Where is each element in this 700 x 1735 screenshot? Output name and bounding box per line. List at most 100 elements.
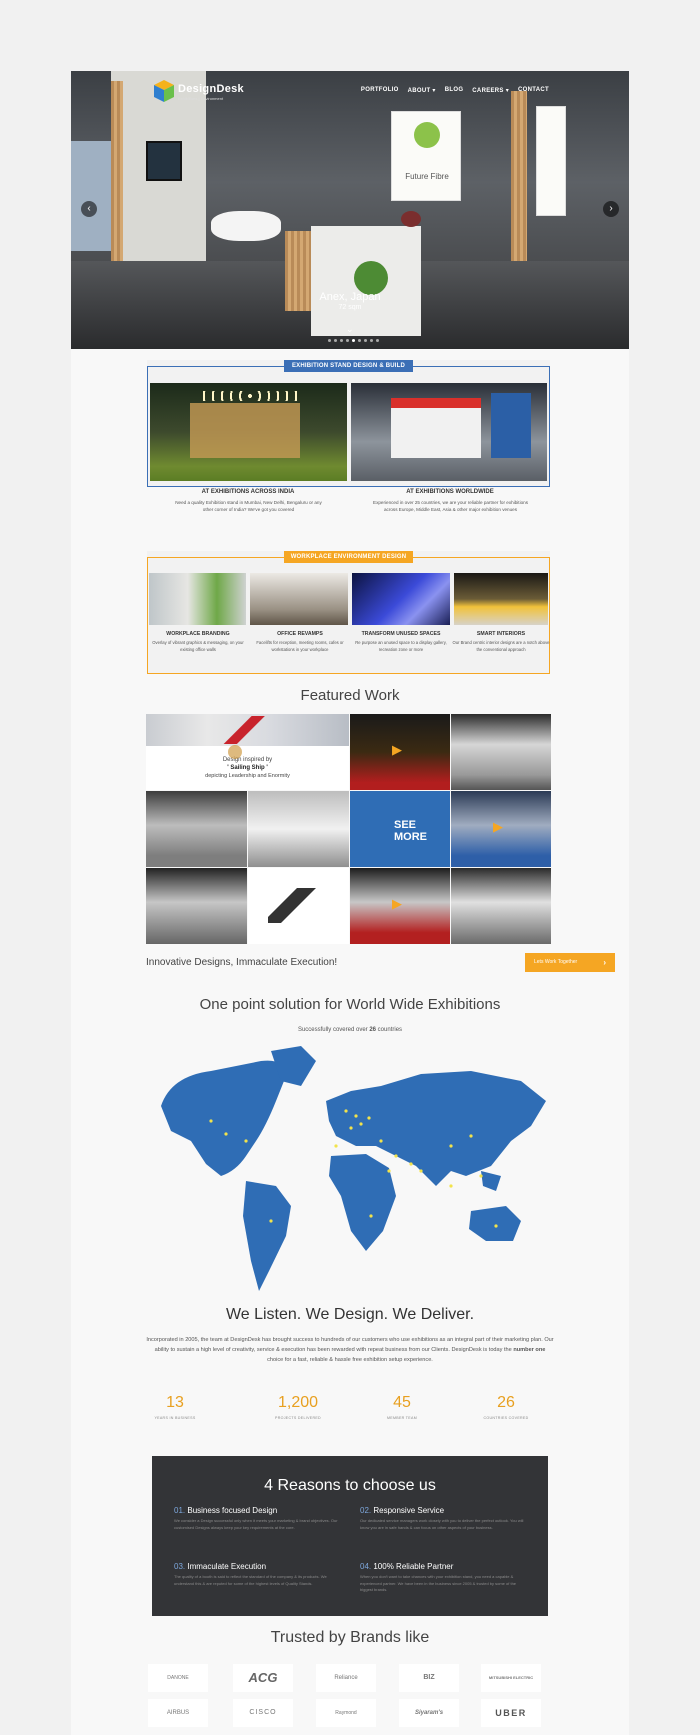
- worldwide-stand-photo[interactable]: [351, 383, 547, 481]
- featured-tile-video-1[interactable]: ▶: [350, 714, 450, 790]
- slider-dot[interactable]: [346, 339, 349, 342]
- workplace-branding-photo[interactable]: [149, 573, 246, 625]
- about-text-bold: number one: [513, 1347, 546, 1353]
- hero-slider[interactable]: Future Fibre DesignDesk Exhibitions | En…: [71, 71, 629, 349]
- play-icon: ▶: [493, 819, 503, 834]
- booth-brand-text: Future Fibre: [405, 172, 449, 181]
- about-title: We Listen. We Design. We Deliver.: [225, 1306, 475, 1323]
- reason-3-text: The quality of a booth is said to reflec…: [174, 1574, 327, 1586]
- slider-dot-active[interactable]: [352, 339, 355, 342]
- brand-logo-reliance: Reliance: [316, 1664, 376, 1692]
- unused-spaces-title: TRANSFORM UNUSED SPACES: [361, 631, 441, 637]
- featured-tile-photo-4[interactable]: [248, 791, 349, 867]
- hero-wood-pillar: [111, 81, 123, 261]
- exhibition-india-text: Need a quality Exhibition stand in Mumba…: [175, 500, 322, 512]
- logo-cube-icon: [154, 80, 174, 102]
- nav-blog[interactable]: BLOG: [445, 87, 464, 94]
- brand-logo-danone: DANONE: [148, 1664, 208, 1692]
- slider-prev-button[interactable]: ‹: [81, 201, 97, 217]
- office-revamps-photo[interactable]: [250, 573, 348, 625]
- featured-tile-video-3[interactable]: ▶: [350, 868, 450, 944]
- unused-spaces-photo[interactable]: [352, 573, 450, 625]
- nav-contact[interactable]: CONTACT: [518, 87, 549, 94]
- featured-tile-photo-3[interactable]: [146, 791, 247, 867]
- slider-dot[interactable]: [364, 339, 367, 342]
- featured-tile-photo-5[interactable]: [146, 868, 247, 944]
- slider-dot[interactable]: [370, 339, 373, 342]
- nav-careers[interactable]: CAREERS ▾: [472, 87, 509, 94]
- slider-dots: [328, 339, 379, 342]
- lets-work-together-button[interactable]: Lets Work Together ›: [525, 953, 615, 972]
- slide-caption-title: Anex, Japan: [319, 291, 381, 303]
- slider-next-button[interactable]: ›: [603, 201, 619, 217]
- stat-projects-value: 1,200: [277, 1394, 319, 1411]
- tree-graphic: [414, 122, 440, 148]
- hero-lounge-seats: [211, 211, 281, 241]
- workplace-section: WORKPLACE ENVIRONMENT DESIGN: [147, 551, 550, 674]
- office-revamps-title: OFFICE REVAMPS: [277, 631, 323, 637]
- sailing-line1: Design inspired by: [222, 757, 273, 763]
- stat-years-label: YEARS IN BUSINESS: [154, 1416, 196, 1420]
- stat-countries: 26 COUNTRIES COVERED: [451, 1394, 561, 1420]
- slider-dot[interactable]: [328, 339, 331, 342]
- see-more-tile[interactable]: SEE MORE: [350, 791, 450, 867]
- workplace-branding-text: Overlay of vibrant graphics & messaging,…: [152, 640, 244, 652]
- stat-projects-label: PROJECTS DELIVERED: [275, 1416, 321, 1420]
- hero-green-logo: [354, 261, 388, 295]
- reason-4: 04. 100% Reliable Partner When you don't…: [360, 1562, 530, 1594]
- reasons-title: 4 Reasons to choose us: [264, 1477, 436, 1494]
- reason-3: 03. Immaculate Execution The quality of …: [174, 1562, 344, 1587]
- reason-1-num: 01.: [174, 1506, 186, 1515]
- logo-tagline: Exhibitions | Environment: [178, 96, 224, 101]
- exhibition-worldwide-text: Experienced in over 25 countries, we are…: [373, 500, 528, 512]
- featured-tile-photo-7[interactable]: [451, 868, 551, 944]
- cta-tagline: Innovative Designs, Immaculate Execution…: [146, 957, 338, 968]
- about-text-a: Incorporated in 2005, the team at Design…: [146, 1337, 554, 1353]
- sailing-line2: ' Sailing Ship ': [227, 765, 268, 771]
- sailing-line3: depicting Leadership and Enormity: [205, 773, 290, 779]
- scroll-down-icon[interactable]: ⌄: [346, 324, 354, 335]
- reasons-box: 4 Reasons to choose us 01. Business focu…: [152, 1456, 548, 1616]
- brand-logo-mitsubishi: MITSUBISHI ELECTRIC: [481, 1664, 541, 1692]
- nav-portfolio[interactable]: PORTFOLIO: [361, 87, 399, 94]
- exhibition-badge: EXHIBITION STAND DESIGN & BUILD: [284, 360, 413, 372]
- logo[interactable]: DesignDesk Exhibitions | Environment: [153, 77, 244, 107]
- hero-wood-pillar: [511, 91, 527, 261]
- slider-dot[interactable]: [340, 339, 343, 342]
- stat-team-value: 45: [393, 1394, 411, 1411]
- countries-sub-suffix: countries: [376, 1027, 403, 1033]
- reason-3-num: 03.: [174, 1562, 186, 1571]
- hero-tv-screen: [146, 141, 182, 181]
- featured-tile-video-2[interactable]: ▶: [451, 791, 551, 867]
- featured-tile-render-6[interactable]: [248, 868, 349, 944]
- hero-plant: [401, 211, 421, 227]
- nav-about[interactable]: ABOUT ▾: [408, 87, 436, 94]
- exhibition-section: EXHIBITION STAND DESIGN & BUILD: [147, 360, 550, 487]
- slider-dot[interactable]: [376, 339, 379, 342]
- featured-tile-sailing-ship[interactable]: Design inspired by ' Sailing Ship ' depi…: [146, 714, 349, 790]
- hero-background-booth: [71, 141, 111, 251]
- brand-logo-biz: BIZ: [399, 1664, 459, 1692]
- reason-4-title: 100% Reliable Partner: [373, 1562, 454, 1571]
- smart-interiors-text: Our Brand centric interior designs are a…: [452, 640, 550, 652]
- world-map-title: One point solution for World Wide Exhibi…: [199, 996, 501, 1013]
- workplace-badge: WORKPLACE ENVIRONMENT DESIGN: [284, 551, 413, 563]
- page: Future Fibre DesignDesk Exhibitions | En…: [71, 71, 629, 1735]
- featured-work-title: Featured Work: [300, 687, 400, 704]
- brand-logo-cisco: CISCO: [233, 1699, 293, 1727]
- reason-2-text: Our dedicated service managers work clos…: [360, 1518, 524, 1530]
- stat-projects: 1,200 PROJECTS DELIVERED: [243, 1394, 353, 1420]
- brands-title: Trusted by Brands like: [270, 1629, 430, 1646]
- slider-dot[interactable]: [334, 339, 337, 342]
- hero-future-fibre-panel: Future Fibre: [391, 111, 461, 201]
- stat-team-label: MEMBER TEAM: [387, 1416, 417, 1420]
- india-stand-photo[interactable]: [150, 383, 347, 481]
- featured-tile-photo-2[interactable]: [451, 714, 551, 790]
- slider-dot[interactable]: [358, 339, 361, 342]
- stat-team: 45 MEMBER TEAM: [347, 1394, 457, 1420]
- about-paragraph: Incorporated in 2005, the team at Design…: [146, 1335, 554, 1365]
- smart-interiors-photo[interactable]: [454, 573, 548, 625]
- unused-spaces-text: Re purpose an unused space to a display …: [355, 640, 447, 652]
- stat-countries-value: 26: [497, 1394, 515, 1411]
- main-nav: PORTFOLIO ABOUT ▾ BLOG CAREERS ▾ CONTACT: [361, 87, 549, 94]
